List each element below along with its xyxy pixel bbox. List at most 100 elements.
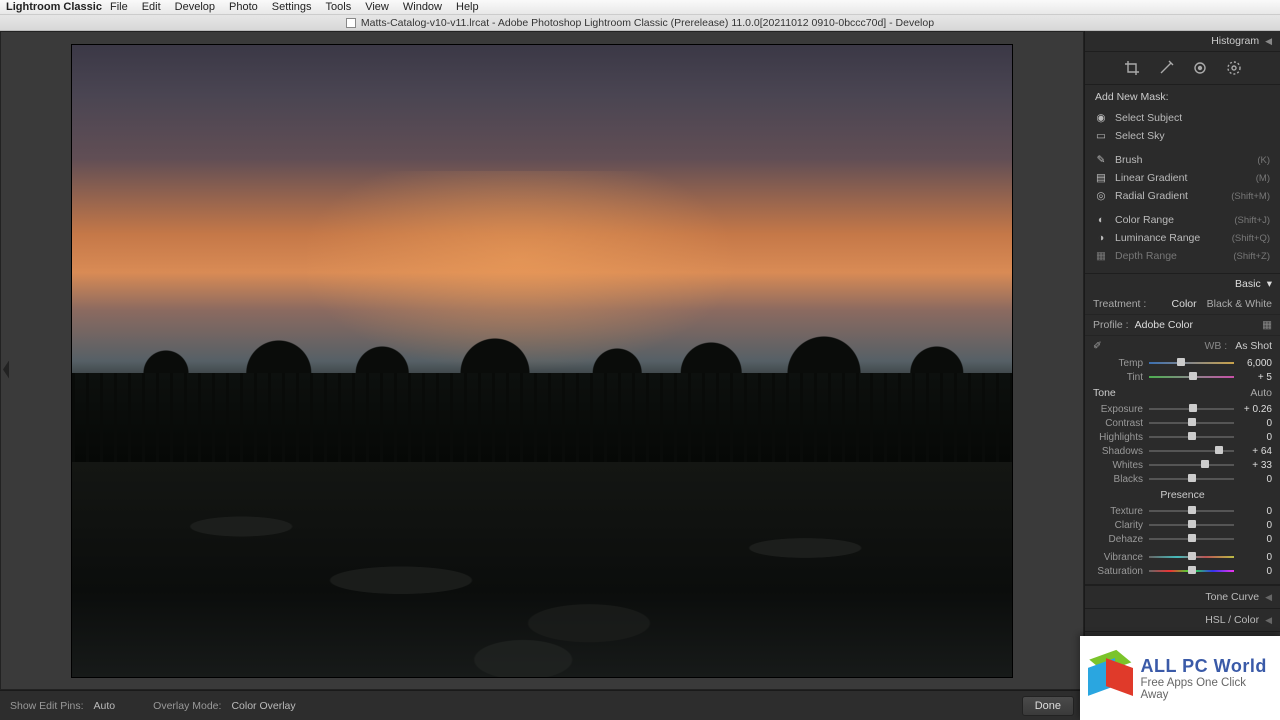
chevron-left-icon: ◀	[1265, 615, 1272, 626]
hsl-color-panel-header[interactable]: HSL / Color ◀	[1085, 608, 1280, 631]
redeye-tool-icon[interactable]	[1192, 60, 1208, 76]
menu-window[interactable]: Window	[403, 1, 442, 13]
watermark-title: ALL PC World	[1141, 656, 1273, 677]
menu-help[interactable]: Help	[456, 1, 479, 13]
eyedropper-icon[interactable]: ✐	[1093, 340, 1102, 352]
shadows-slider[interactable]	[1149, 447, 1234, 455]
sky-icon: ▭	[1095, 130, 1107, 142]
mask-linear-gradient[interactable]: ▤ Linear Gradient (M)	[1095, 169, 1270, 187]
done-button[interactable]: Done	[1022, 696, 1074, 716]
whites-label: Whites	[1093, 460, 1143, 471]
highlights-value[interactable]: 0	[1240, 432, 1272, 443]
mask-depth-range: ▦ Depth Range (Shift+Z)	[1095, 247, 1270, 265]
blacks-value[interactable]: 0	[1240, 474, 1272, 485]
temp-slider[interactable]	[1149, 359, 1234, 367]
crop-tool-icon[interactable]	[1124, 60, 1140, 76]
treatment-color[interactable]: Color	[1172, 298, 1197, 310]
contrast-slider[interactable]	[1149, 419, 1234, 427]
mask-radial-gradient[interactable]: ◎ Radial Gradient (Shift+M)	[1095, 187, 1270, 205]
mask-brush[interactable]: ✎ Brush (K)	[1095, 151, 1270, 169]
wb-label: WB :	[1204, 340, 1227, 352]
basic-title: Basic	[1235, 278, 1261, 290]
dehaze-slider[interactable]	[1149, 535, 1234, 543]
show-edit-pins-label: Show Edit Pins:	[10, 700, 84, 712]
luminance-range-icon: ◑	[1095, 232, 1107, 244]
temp-label: Temp	[1093, 358, 1143, 369]
contrast-value[interactable]: 0	[1240, 418, 1272, 429]
photo-trees	[72, 373, 1012, 461]
texture-value[interactable]: 0	[1240, 506, 1272, 517]
tone-curve-panel-header[interactable]: Tone Curve ◀	[1085, 585, 1280, 608]
highlights-label: Highlights	[1093, 432, 1143, 443]
document-title: Matts-Catalog-v10-v11.lrcat - Adobe Phot…	[361, 17, 934, 29]
healing-tool-icon[interactable]	[1158, 60, 1174, 76]
menu-develop[interactable]: Develop	[175, 1, 215, 13]
presence-header: Presence	[1085, 486, 1280, 504]
dehaze-value[interactable]: 0	[1240, 534, 1272, 545]
exposure-value[interactable]: + 0.26	[1240, 404, 1272, 415]
tint-slider[interactable]	[1149, 373, 1234, 381]
saturation-value[interactable]: 0	[1240, 566, 1272, 577]
mask-luminance-range[interactable]: ◑ Luminance Range (Shift+Q)	[1095, 229, 1270, 247]
mask-select-sky[interactable]: ▭ Select Sky	[1095, 127, 1270, 145]
photo-preview[interactable]	[72, 45, 1012, 677]
masking-tool-icon[interactable]	[1226, 60, 1242, 76]
photo-rocks	[72, 462, 1012, 677]
mask-radial-gradient-shortcut: (Shift+M)	[1231, 191, 1270, 202]
wb-dropdown[interactable]: As Shot	[1235, 340, 1272, 352]
menu-tools[interactable]: Tools	[326, 1, 352, 13]
saturation-slider[interactable]	[1149, 567, 1234, 575]
mask-linear-gradient-label: Linear Gradient	[1115, 172, 1187, 184]
menu-edit[interactable]: Edit	[142, 1, 161, 13]
mask-depth-range-label: Depth Range	[1115, 250, 1177, 262]
mask-add-new-section: Add New Mask: ◉ Select Subject ▭ Select …	[1085, 85, 1280, 274]
tone-label: Tone	[1093, 387, 1116, 399]
shadows-value[interactable]: + 64	[1240, 446, 1272, 457]
radial-gradient-icon: ◎	[1095, 190, 1107, 202]
menu-file[interactable]: File	[110, 1, 128, 13]
watermark-logo-icon	[1088, 655, 1133, 701]
tone-curve-label: Tone Curve	[1205, 591, 1259, 603]
panel-expand-left-icon[interactable]	[3, 361, 9, 379]
clarity-value[interactable]: 0	[1240, 520, 1272, 531]
profile-browser-icon[interactable]: ▦	[1262, 319, 1272, 331]
depth-range-icon: ▦	[1095, 250, 1107, 262]
right-panel-column: Histogram ◀ Add New Mask: ◉ Select Subje…	[1084, 31, 1280, 720]
exposure-slider[interactable]	[1149, 405, 1234, 413]
mask-color-range[interactable]: ◐ Color Range (Shift+J)	[1095, 211, 1270, 229]
temp-slider-row: Temp 6,000	[1085, 356, 1280, 370]
vibrance-slider[interactable]	[1149, 553, 1234, 561]
basic-panel-header[interactable]: Basic ▾	[1085, 274, 1280, 294]
vibrance-value[interactable]: 0	[1240, 552, 1272, 563]
mask-brush-label: Brush	[1115, 154, 1142, 166]
histogram-label: Histogram	[1211, 35, 1259, 47]
temp-value[interactable]: 6,000	[1240, 358, 1272, 369]
mask-select-sky-label: Select Sky	[1115, 130, 1165, 142]
menu-settings[interactable]: Settings	[272, 1, 312, 13]
hsl-color-label: HSL / Color	[1205, 614, 1259, 626]
treatment-bw[interactable]: Black & White	[1207, 298, 1272, 310]
auto-tone-button[interactable]: Auto	[1250, 387, 1272, 399]
histogram-panel-header[interactable]: Histogram ◀	[1085, 31, 1280, 52]
mask-linear-gradient-shortcut: (M)	[1256, 173, 1270, 184]
highlights-slider[interactable]	[1149, 433, 1234, 441]
tint-slider-row: Tint + 5	[1085, 370, 1280, 384]
dehaze-label: Dehaze	[1093, 534, 1143, 545]
profile-dropdown[interactable]: Adobe Color	[1135, 319, 1193, 331]
menu-photo[interactable]: Photo	[229, 1, 258, 13]
chevron-left-icon: ◀	[1265, 36, 1272, 47]
clarity-slider[interactable]	[1149, 521, 1234, 529]
tint-value[interactable]: + 5	[1240, 372, 1272, 383]
mask-luminance-range-label: Luminance Range	[1115, 232, 1200, 244]
mask-depth-range-shortcut: (Shift+Z)	[1233, 251, 1270, 262]
canvas-area[interactable]	[0, 31, 1084, 690]
show-edit-pins-value[interactable]: Auto	[94, 700, 116, 712]
texture-slider[interactable]	[1149, 507, 1234, 515]
overlay-mode-value[interactable]: Color Overlay	[231, 700, 295, 712]
whites-value[interactable]: + 33	[1240, 460, 1272, 471]
menu-view[interactable]: View	[365, 1, 389, 13]
whites-slider[interactable]	[1149, 461, 1234, 469]
blacks-slider[interactable]	[1149, 475, 1234, 483]
chevron-left-icon: ◀	[1265, 592, 1272, 603]
mask-select-subject[interactable]: ◉ Select Subject	[1095, 109, 1270, 127]
